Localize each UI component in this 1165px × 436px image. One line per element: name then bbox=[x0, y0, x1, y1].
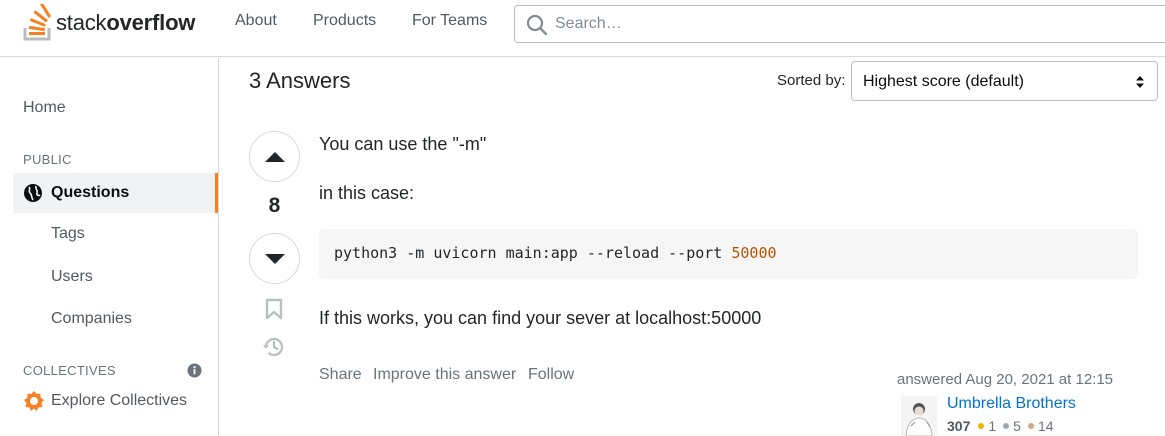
answer-paragraph: If this works, you can find your sever a… bbox=[319, 308, 762, 328]
search-box[interactable] bbox=[514, 5, 1165, 43]
sort-selected-value: Highest score (default) bbox=[863, 73, 1024, 90]
sidebar-item-label: Questions bbox=[51, 184, 130, 201]
top-bar: stackoverflow About Products For Teams bbox=[0, 0, 1165, 57]
share-link[interactable]: Share bbox=[319, 366, 362, 384]
vote-count: 8 bbox=[268, 194, 281, 217]
code-block: python3 -m uvicorn main:app --reload --p… bbox=[319, 229, 1138, 279]
user-stats: 307 1 5 14 bbox=[947, 418, 1061, 434]
silver-badge-icon bbox=[1003, 423, 1010, 429]
gold-badge-icon bbox=[978, 423, 985, 429]
upvote-button[interactable] bbox=[249, 131, 300, 182]
bronze-badge-icon bbox=[1027, 423, 1034, 429]
answered-timestamp: answered Aug 20, 2021 at 12:15 bbox=[897, 371, 1114, 388]
globe-icon bbox=[24, 184, 42, 202]
info-icon[interactable] bbox=[187, 363, 202, 378]
nav-for-teams[interactable]: For Teams bbox=[412, 12, 487, 30]
nav-about[interactable]: About bbox=[235, 12, 277, 30]
logo-wordmark: stackoverflow bbox=[56, 10, 196, 35]
sidebar-item-explore-collectives[interactable]: Explore Collectives bbox=[23, 390, 187, 412]
sidebar-item-tags[interactable]: Tags bbox=[51, 225, 85, 243]
left-sidebar: Home PUBLIC Questions Tags Users Compani… bbox=[0, 58, 219, 436]
stack-overflow-logo[interactable]: stackoverflow bbox=[22, 4, 195, 42]
sidebar-item-companies[interactable]: Companies bbox=[51, 310, 132, 328]
reputation-score: 307 bbox=[947, 418, 971, 434]
improve-answer-link[interactable]: Improve this answer bbox=[373, 366, 516, 384]
answered-time[interactable]: Aug 20, 2021 at 12:15 bbox=[965, 371, 1113, 388]
search-input[interactable] bbox=[555, 6, 1155, 42]
user-avatar-image bbox=[901, 396, 937, 436]
code-text: python3 -m uvicorn main:app --reload --p… bbox=[334, 244, 777, 262]
sidebar-item-users[interactable]: Users bbox=[51, 268, 93, 286]
history-icon[interactable] bbox=[262, 335, 286, 359]
sort-select[interactable]: Highest score (default) bbox=[851, 61, 1158, 101]
sidebar-item-label: Explore Collectives bbox=[51, 392, 188, 409]
answer-paragraph: You can use the "-m" bbox=[319, 134, 487, 154]
arrow-up-icon bbox=[264, 151, 285, 162]
downvote-button[interactable] bbox=[249, 233, 300, 284]
silver-badges: 5 bbox=[1003, 418, 1021, 434]
collectives-icon bbox=[24, 391, 44, 411]
gold-badges: 1 bbox=[978, 418, 996, 434]
bookmark-icon[interactable] bbox=[265, 298, 283, 320]
sidebar-item-home[interactable]: Home bbox=[23, 99, 66, 117]
answers-count-heading: 3 Answers bbox=[249, 68, 351, 93]
stack-overflow-logo-icon bbox=[23, 4, 52, 41]
answer-paragraph: in this case: bbox=[319, 183, 415, 203]
sidebar-item-questions[interactable]: Questions bbox=[13, 173, 218, 213]
bronze-badges: 14 bbox=[1027, 418, 1054, 434]
arrow-down-icon bbox=[264, 253, 285, 264]
select-arrows-icon bbox=[1136, 76, 1144, 88]
follow-link[interactable]: Follow bbox=[528, 366, 574, 384]
sidebar-section-collectives: COLLECTIVES bbox=[23, 363, 116, 378]
user-name-link[interactable]: Umbrella Brothers bbox=[947, 395, 1076, 413]
sidebar-section-public: PUBLIC bbox=[23, 152, 72, 167]
avatar[interactable] bbox=[901, 396, 937, 436]
sorted-by-label: Sorted by: bbox=[777, 72, 846, 89]
search-icon bbox=[526, 14, 548, 36]
nav-products[interactable]: Products bbox=[313, 12, 376, 30]
